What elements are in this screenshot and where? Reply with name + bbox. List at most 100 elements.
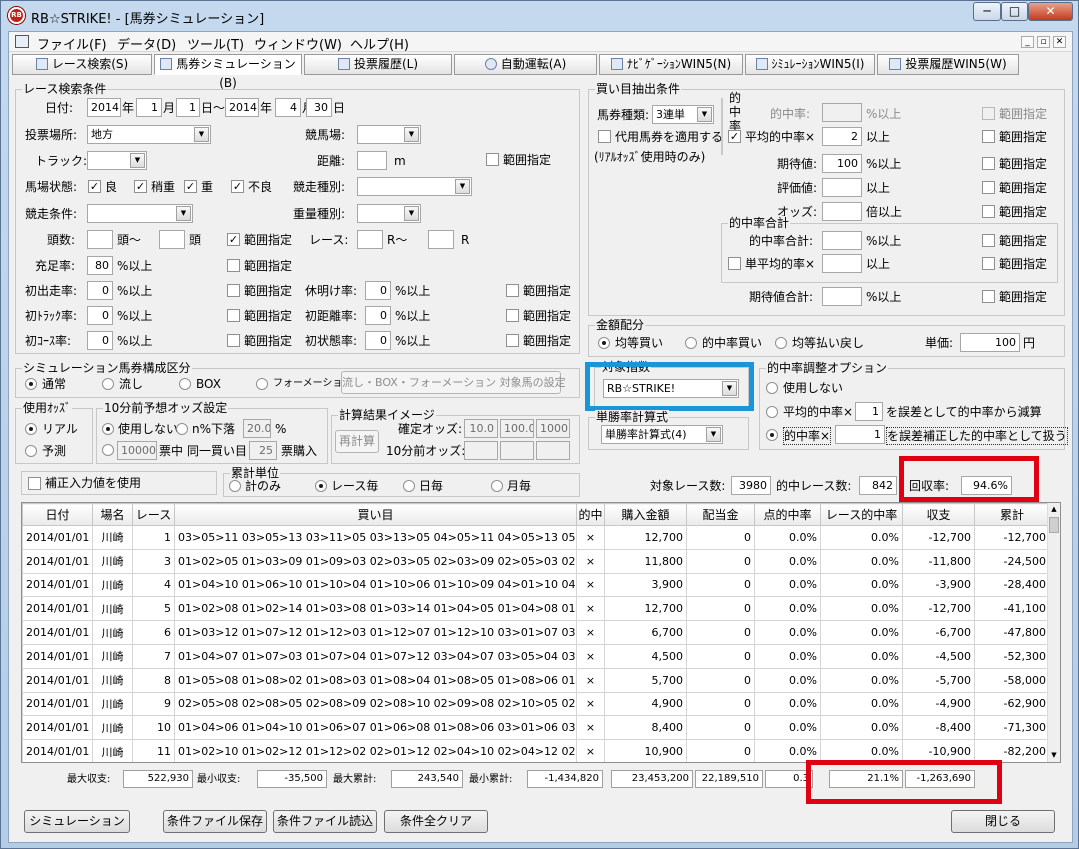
- load-conditions-button[interactable]: 条件ファイル読込: [273, 810, 377, 833]
- save-conditions-button[interactable]: 条件ファイル保存: [163, 810, 267, 833]
- normal-radio[interactable]: [25, 378, 37, 390]
- eval-range-checkbox[interactable]: [982, 181, 995, 194]
- table-row[interactable]: 2014/01/01 川崎 9 02>05>08 02>08>05 02>08>09 …: [22, 691, 1050, 717]
- ten-min-odds-field-1[interactable]: [464, 441, 498, 460]
- odds-range-checkbox[interactable]: [982, 205, 995, 218]
- minimize-button[interactable]: ─: [973, 2, 1001, 21]
- col-venue-header[interactable]: 場名: [92, 503, 133, 526]
- box-radio[interactable]: [179, 378, 191, 390]
- col-payout-header[interactable]: 配当金: [686, 503, 755, 526]
- first-state-range-checkbox[interactable]: [506, 334, 519, 347]
- agg-total-radio[interactable]: [229, 480, 241, 492]
- single-avg-checkbox[interactable]: [728, 257, 741, 270]
- first-run-range-checkbox[interactable]: [227, 284, 240, 297]
- target-index-dropdown[interactable]: RB☆STRIKE! ▼: [603, 379, 739, 398]
- vertical-scrollbar[interactable]: ▲ ▼: [1047, 503, 1060, 762]
- day-to-field[interactable]: 30: [306, 98, 332, 117]
- odds-field[interactable]: [822, 202, 862, 221]
- fixed-odds-field-2[interactable]: 100.0: [500, 419, 534, 438]
- race-to-field[interactable]: [428, 230, 454, 249]
- expect-field[interactable]: 100: [822, 154, 862, 173]
- tab-simulation-win5[interactable]: ｼﾐｭﾚｰｼｮﾝWIN5(I): [745, 54, 875, 75]
- adjust-hit-field[interactable]: 1: [835, 425, 885, 444]
- agg-race-radio[interactable]: [315, 480, 327, 492]
- tab-vote-history[interactable]: 投票履歴(L): [304, 54, 452, 75]
- col-point-hit-header[interactable]: 点的中率: [754, 503, 821, 526]
- hit-rate-buy-radio[interactable]: [685, 337, 697, 349]
- avg-hit-field[interactable]: 2: [822, 127, 862, 146]
- col-balance-header[interactable]: 収支: [902, 503, 975, 526]
- simulate-button[interactable]: シミュレーション: [24, 810, 130, 833]
- table-row[interactable]: 2014/01/01 川崎 4 01>04>10 01>06>10 01>10>04 …: [22, 572, 1050, 598]
- expect-total-field[interactable]: [822, 287, 862, 306]
- ten-min-odds-field-2[interactable]: [500, 441, 534, 460]
- first-dist-field[interactable]: 0: [365, 306, 391, 325]
- avg-hit-range-checkbox[interactable]: [982, 130, 995, 143]
- ten-min-odds-field-3[interactable]: [536, 441, 570, 460]
- agg-month-radio[interactable]: [491, 480, 503, 492]
- tab-race-search[interactable]: レース検索(S): [12, 54, 152, 75]
- ten-min-npct-radio[interactable]: [176, 423, 188, 435]
- recalc-button[interactable]: 再計算: [335, 430, 379, 453]
- racecourse-dropdown[interactable]: ▼: [357, 125, 421, 144]
- distance-range-checkbox[interactable]: [486, 153, 499, 166]
- single-avg-field[interactable]: [822, 254, 862, 273]
- fill-rate-field[interactable]: 80: [87, 256, 113, 275]
- odds-real-radio[interactable]: [25, 423, 37, 435]
- venue-dropdown[interactable]: 地方 ▼: [87, 125, 211, 144]
- fill-rate-range-checkbox[interactable]: [227, 259, 240, 272]
- table-row[interactable]: 2014/01/01 川崎 5 01>02>08 01>02>14 01>03>08 …: [22, 596, 1050, 622]
- table-row[interactable]: 2014/01/01 川崎 3 01>02>05 01>03>09 01>09>03 …: [22, 548, 1050, 574]
- runners-to-field[interactable]: [159, 230, 185, 249]
- adjust-avg-field[interactable]: 1: [855, 402, 883, 421]
- expect-total-range-checkbox[interactable]: [982, 290, 995, 303]
- mdi-close-icon[interactable]: ✕: [1053, 36, 1066, 48]
- tab-vote-history-win5[interactable]: 投票履歴WIN5(W): [877, 54, 1019, 75]
- menu-file[interactable]: ファイル(F): [37, 34, 107, 53]
- runners-from-field[interactable]: [87, 230, 113, 249]
- col-cumulative-header[interactable]: 累計: [974, 503, 1050, 526]
- flow-radio[interactable]: [102, 378, 114, 390]
- mdi-restore-icon[interactable]: ▫: [1037, 36, 1050, 48]
- close-window-button[interactable]: ✕: [1028, 2, 1073, 21]
- substitute-checkbox[interactable]: [598, 130, 611, 143]
- scroll-thumb[interactable]: [1049, 517, 1059, 533]
- month-to-field[interactable]: 4: [275, 98, 301, 117]
- col-race-hit-header[interactable]: レース的中率: [820, 503, 903, 526]
- equal-buy-radio[interactable]: [598, 337, 610, 349]
- col-race-header[interactable]: レース: [132, 503, 175, 526]
- avg-hit-checkbox[interactable]: ✓: [728, 130, 741, 143]
- close-button[interactable]: 閉じる: [951, 810, 1055, 833]
- table-row[interactable]: 2014/01/01 川崎 8 01>05>08 01>08>02 01>08>03 …: [22, 667, 1050, 693]
- distance-field[interactable]: [357, 151, 387, 170]
- hit-total-range-checkbox[interactable]: [982, 234, 995, 247]
- formation-radio[interactable]: [256, 378, 268, 390]
- runners-range-checkbox[interactable]: ✓: [227, 233, 240, 246]
- menu-tools[interactable]: ツール(T): [187, 34, 244, 53]
- weight-kind-dropdown[interactable]: ▼: [357, 204, 421, 223]
- adjust-none-radio[interactable]: [766, 382, 778, 394]
- col-date-header[interactable]: 日付: [22, 503, 93, 526]
- first-state-field[interactable]: 0: [365, 331, 391, 350]
- single-avg-range-checkbox[interactable]: [982, 257, 995, 270]
- tab-ticket-simulation[interactable]: 馬券シミュレーション(B): [154, 54, 302, 90]
- day-from-field[interactable]: 1: [176, 98, 200, 117]
- table-row[interactable]: 2014/01/01 川崎 6 01>03>12 01>07>12 01>12>03 …: [22, 620, 1050, 645]
- adjust-avg-radio[interactable]: [766, 406, 778, 418]
- cond-heavy-checkbox[interactable]: ✓: [184, 180, 197, 193]
- month-from-field[interactable]: 1: [136, 98, 162, 117]
- year-from-field[interactable]: 2014: [87, 98, 121, 117]
- tab-auto-run[interactable]: 自動運転(A): [454, 54, 597, 75]
- equal-payout-radio[interactable]: [775, 337, 787, 349]
- eval-field[interactable]: [822, 178, 862, 197]
- agg-day-radio[interactable]: [403, 480, 415, 492]
- clear-conditions-button[interactable]: 条件全クリア: [384, 810, 488, 833]
- cond-slightly-checkbox[interactable]: ✓: [134, 180, 147, 193]
- col-bets-header[interactable]: 買い目: [174, 503, 577, 526]
- race-from-field[interactable]: [357, 230, 383, 249]
- hit-total-field[interactable]: [822, 231, 862, 250]
- track-type-dropdown[interactable]: ▼: [87, 151, 147, 170]
- unit-price-field[interactable]: 100: [960, 333, 1020, 352]
- odds-forecast-radio[interactable]: [25, 445, 37, 457]
- hit-rate-field[interactable]: [822, 103, 862, 122]
